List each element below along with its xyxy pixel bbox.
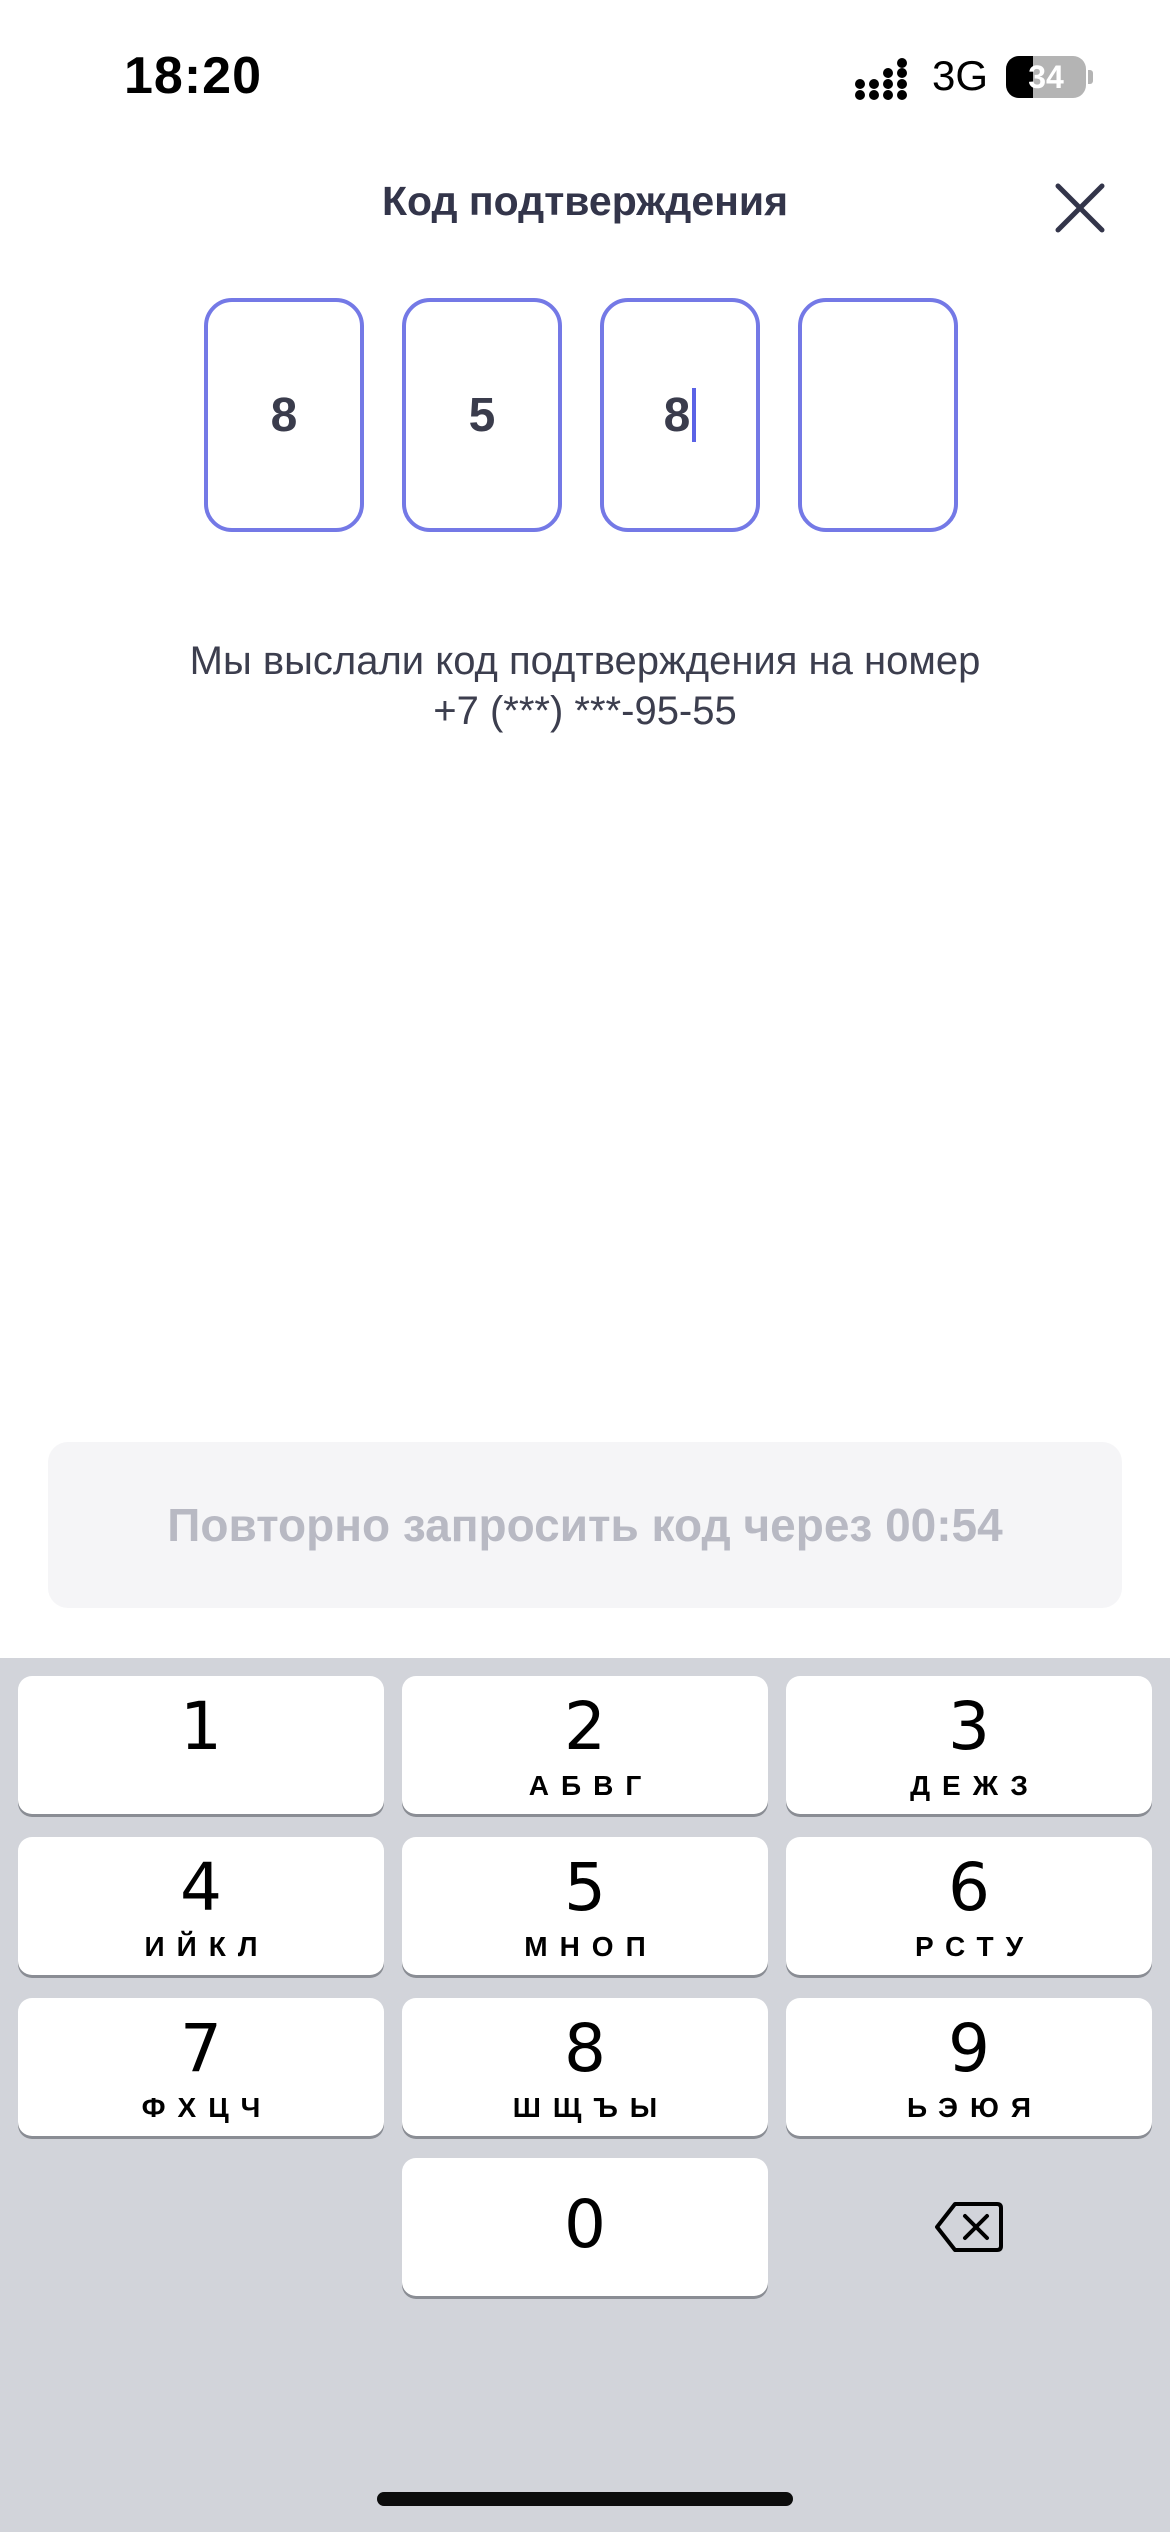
key-number: 4 bbox=[180, 1849, 222, 1926]
key-letters: ДЕЖЗ bbox=[910, 1770, 1040, 1801]
key-3[interactable]: 3 ДЕЖЗ bbox=[786, 1676, 1152, 1814]
key-4[interactable]: 4 ИЙКЛ bbox=[18, 1837, 384, 1975]
home-indicator[interactable] bbox=[377, 2492, 793, 2506]
resend-code-label: Повторно запросить код через 00:54 bbox=[167, 1499, 1003, 1551]
code-digit-value: 8 bbox=[663, 388, 691, 442]
text-cursor bbox=[692, 388, 697, 442]
key-8[interactable]: 8 ШЩЪЫ bbox=[402, 1998, 768, 2136]
resend-code-button[interactable]: Повторно запросить код через 00:54 bbox=[48, 1442, 1122, 1608]
code-digit-4[interactable] bbox=[798, 298, 958, 532]
masked-phone-number: +7 (***) ***-95-55 bbox=[433, 689, 737, 733]
battery-icon: 34 bbox=[1006, 56, 1086, 98]
key-0[interactable]: 0 bbox=[402, 2158, 768, 2296]
key-number: 2 bbox=[564, 1688, 606, 1765]
status-time: 18:20 bbox=[124, 47, 262, 105]
key-number: 9 bbox=[948, 2010, 990, 2087]
sent-code-message-line1: Мы выслали код подтверждения на номер bbox=[189, 639, 981, 683]
sent-code-message: Мы выслали код подтверждения на номер +7… bbox=[0, 636, 1170, 736]
key-number: 0 bbox=[564, 2186, 606, 2263]
key-letters: РСТУ bbox=[914, 1931, 1036, 1962]
backspace-icon bbox=[935, 2202, 1003, 2252]
key-letters: МНОП bbox=[524, 1931, 658, 1962]
close-button[interactable] bbox=[1048, 176, 1112, 240]
key-number: 3 bbox=[948, 1688, 990, 1765]
battery-percent: 34 bbox=[1028, 59, 1064, 95]
key-number: 5 bbox=[564, 1849, 606, 1926]
code-digit-1[interactable]: 8 bbox=[204, 298, 364, 532]
key-number: 7 bbox=[180, 2010, 222, 2087]
code-digit-value: 5 bbox=[468, 388, 496, 442]
page-title: Код подтверждения bbox=[381, 178, 789, 224]
status-bar: 18:20 3G 34 bbox=[0, 0, 1170, 150]
key-letters: ШЩЪЫ bbox=[512, 2092, 670, 2123]
cellular-signal-icon bbox=[855, 58, 907, 100]
key-letters: ИЙКЛ bbox=[144, 1931, 270, 1962]
code-digit-value: 8 bbox=[270, 388, 298, 442]
code-digit-3[interactable]: 8 bbox=[600, 298, 760, 532]
code-digit-2[interactable]: 5 bbox=[402, 298, 562, 532]
key-7[interactable]: 7 ФХЦЧ bbox=[18, 1998, 384, 2136]
key-letters: ФХЦЧ bbox=[141, 2092, 273, 2123]
network-type: 3G bbox=[932, 52, 989, 99]
backspace-button[interactable] bbox=[786, 2158, 1152, 2296]
key-letters: АБВГ bbox=[528, 1770, 654, 1801]
key-letters: ЬЭЮЯ bbox=[907, 2092, 1043, 2123]
key-2[interactable]: 2 АБВГ bbox=[402, 1676, 768, 1814]
key-number: 1 bbox=[180, 1688, 222, 1765]
key-number: 8 bbox=[564, 2010, 606, 2087]
key-9[interactable]: 9 ЬЭЮЯ bbox=[786, 1998, 1152, 2136]
close-icon bbox=[1055, 183, 1105, 233]
key-6[interactable]: 6 РСТУ bbox=[786, 1837, 1152, 1975]
key-1[interactable]: 1 bbox=[18, 1676, 384, 1814]
key-5[interactable]: 5 МНОП bbox=[402, 1837, 768, 1975]
battery-tip bbox=[1088, 70, 1093, 84]
key-number: 6 bbox=[948, 1849, 990, 1926]
